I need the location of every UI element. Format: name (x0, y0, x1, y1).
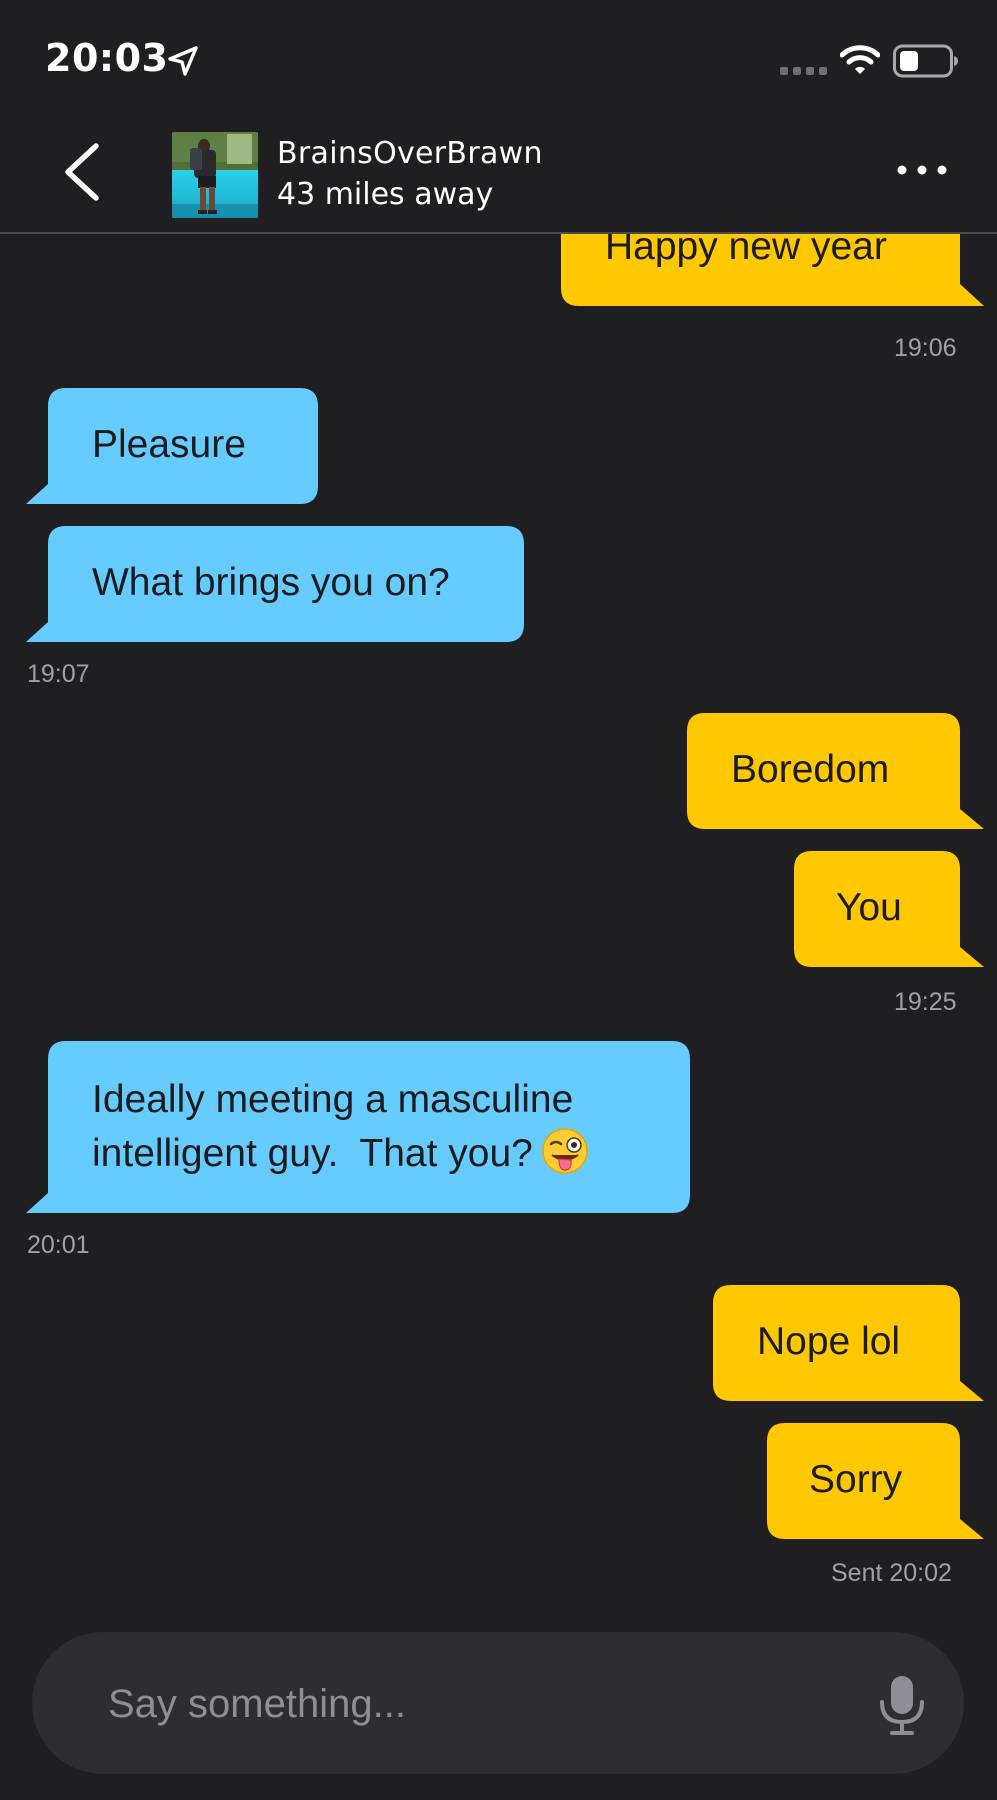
more-dots-icon (897, 165, 947, 175)
cellular-signal-icon (780, 67, 827, 75)
profile-name[interactable]: BrainsOverBrawn (277, 136, 543, 171)
message-text: Nope lol (757, 1320, 901, 1363)
message-input[interactable] (106, 1668, 810, 1740)
message-text: Pleasure (92, 423, 246, 466)
status-bar: 20:03 (0, 0, 997, 110)
sent-message-bubble[interactable]: Sorry (767, 1423, 984, 1543)
microphone-button[interactable] (874, 1674, 930, 1736)
profile-distance: 43 miles away (277, 177, 494, 212)
profile-photo (172, 132, 258, 218)
message-text: What brings you on? (92, 561, 450, 604)
message-timestamp: 19:25 (894, 988, 957, 1016)
message-composer (32, 1632, 964, 1774)
message-text: Boredom (731, 748, 890, 791)
message-timestamp: Sent 20:02 (831, 1559, 952, 1587)
message-timestamp: 20:01 (27, 1231, 90, 1259)
received-message-bubble[interactable]: What brings you on? (26, 526, 524, 646)
message-text-line-2: intelligent guy. That you? (92, 1127, 589, 1181)
more-options-button[interactable] (890, 140, 954, 200)
wifi-icon (840, 45, 880, 74)
received-message-bubble[interactable]: Ideally meeting a masculine intelligent … (26, 1041, 690, 1217)
message-text-line-2-content: intelligent guy. That you? (92, 1132, 533, 1175)
microphone-icon (880, 1676, 924, 1735)
winking-face-with-tongue-emoji-icon (542, 1128, 588, 1174)
status-time: 20:03 (45, 36, 169, 80)
message-timestamp: 19:07 (27, 660, 90, 688)
sent-message-bubble[interactable]: You (794, 851, 984, 971)
message-text-line-1: Ideally meeting a masculine (92, 1078, 574, 1121)
location-arrow-icon (168, 46, 198, 76)
sent-message-bubble[interactable]: Happy new year (561, 234, 984, 314)
message-text: You (836, 886, 902, 929)
chevron-left-icon (65, 143, 99, 201)
message-text: Happy new year (605, 234, 887, 268)
message-timestamp: 19:06 (894, 334, 957, 362)
received-message-bubble[interactable]: Pleasure (26, 388, 318, 508)
battery-icon (893, 44, 958, 78)
sent-message-bubble[interactable]: Boredom (687, 713, 984, 833)
back-button[interactable] (56, 140, 112, 204)
avatar[interactable] (172, 132, 258, 218)
message-text: Sorry (809, 1458, 903, 1501)
sent-message-bubble[interactable]: Nope lol (713, 1285, 984, 1405)
message-list[interactable]: Happy new year 19:06 Pleasure What bring… (0, 234, 997, 1614)
chat-header: BrainsOverBrawn 43 miles away (0, 110, 997, 234)
